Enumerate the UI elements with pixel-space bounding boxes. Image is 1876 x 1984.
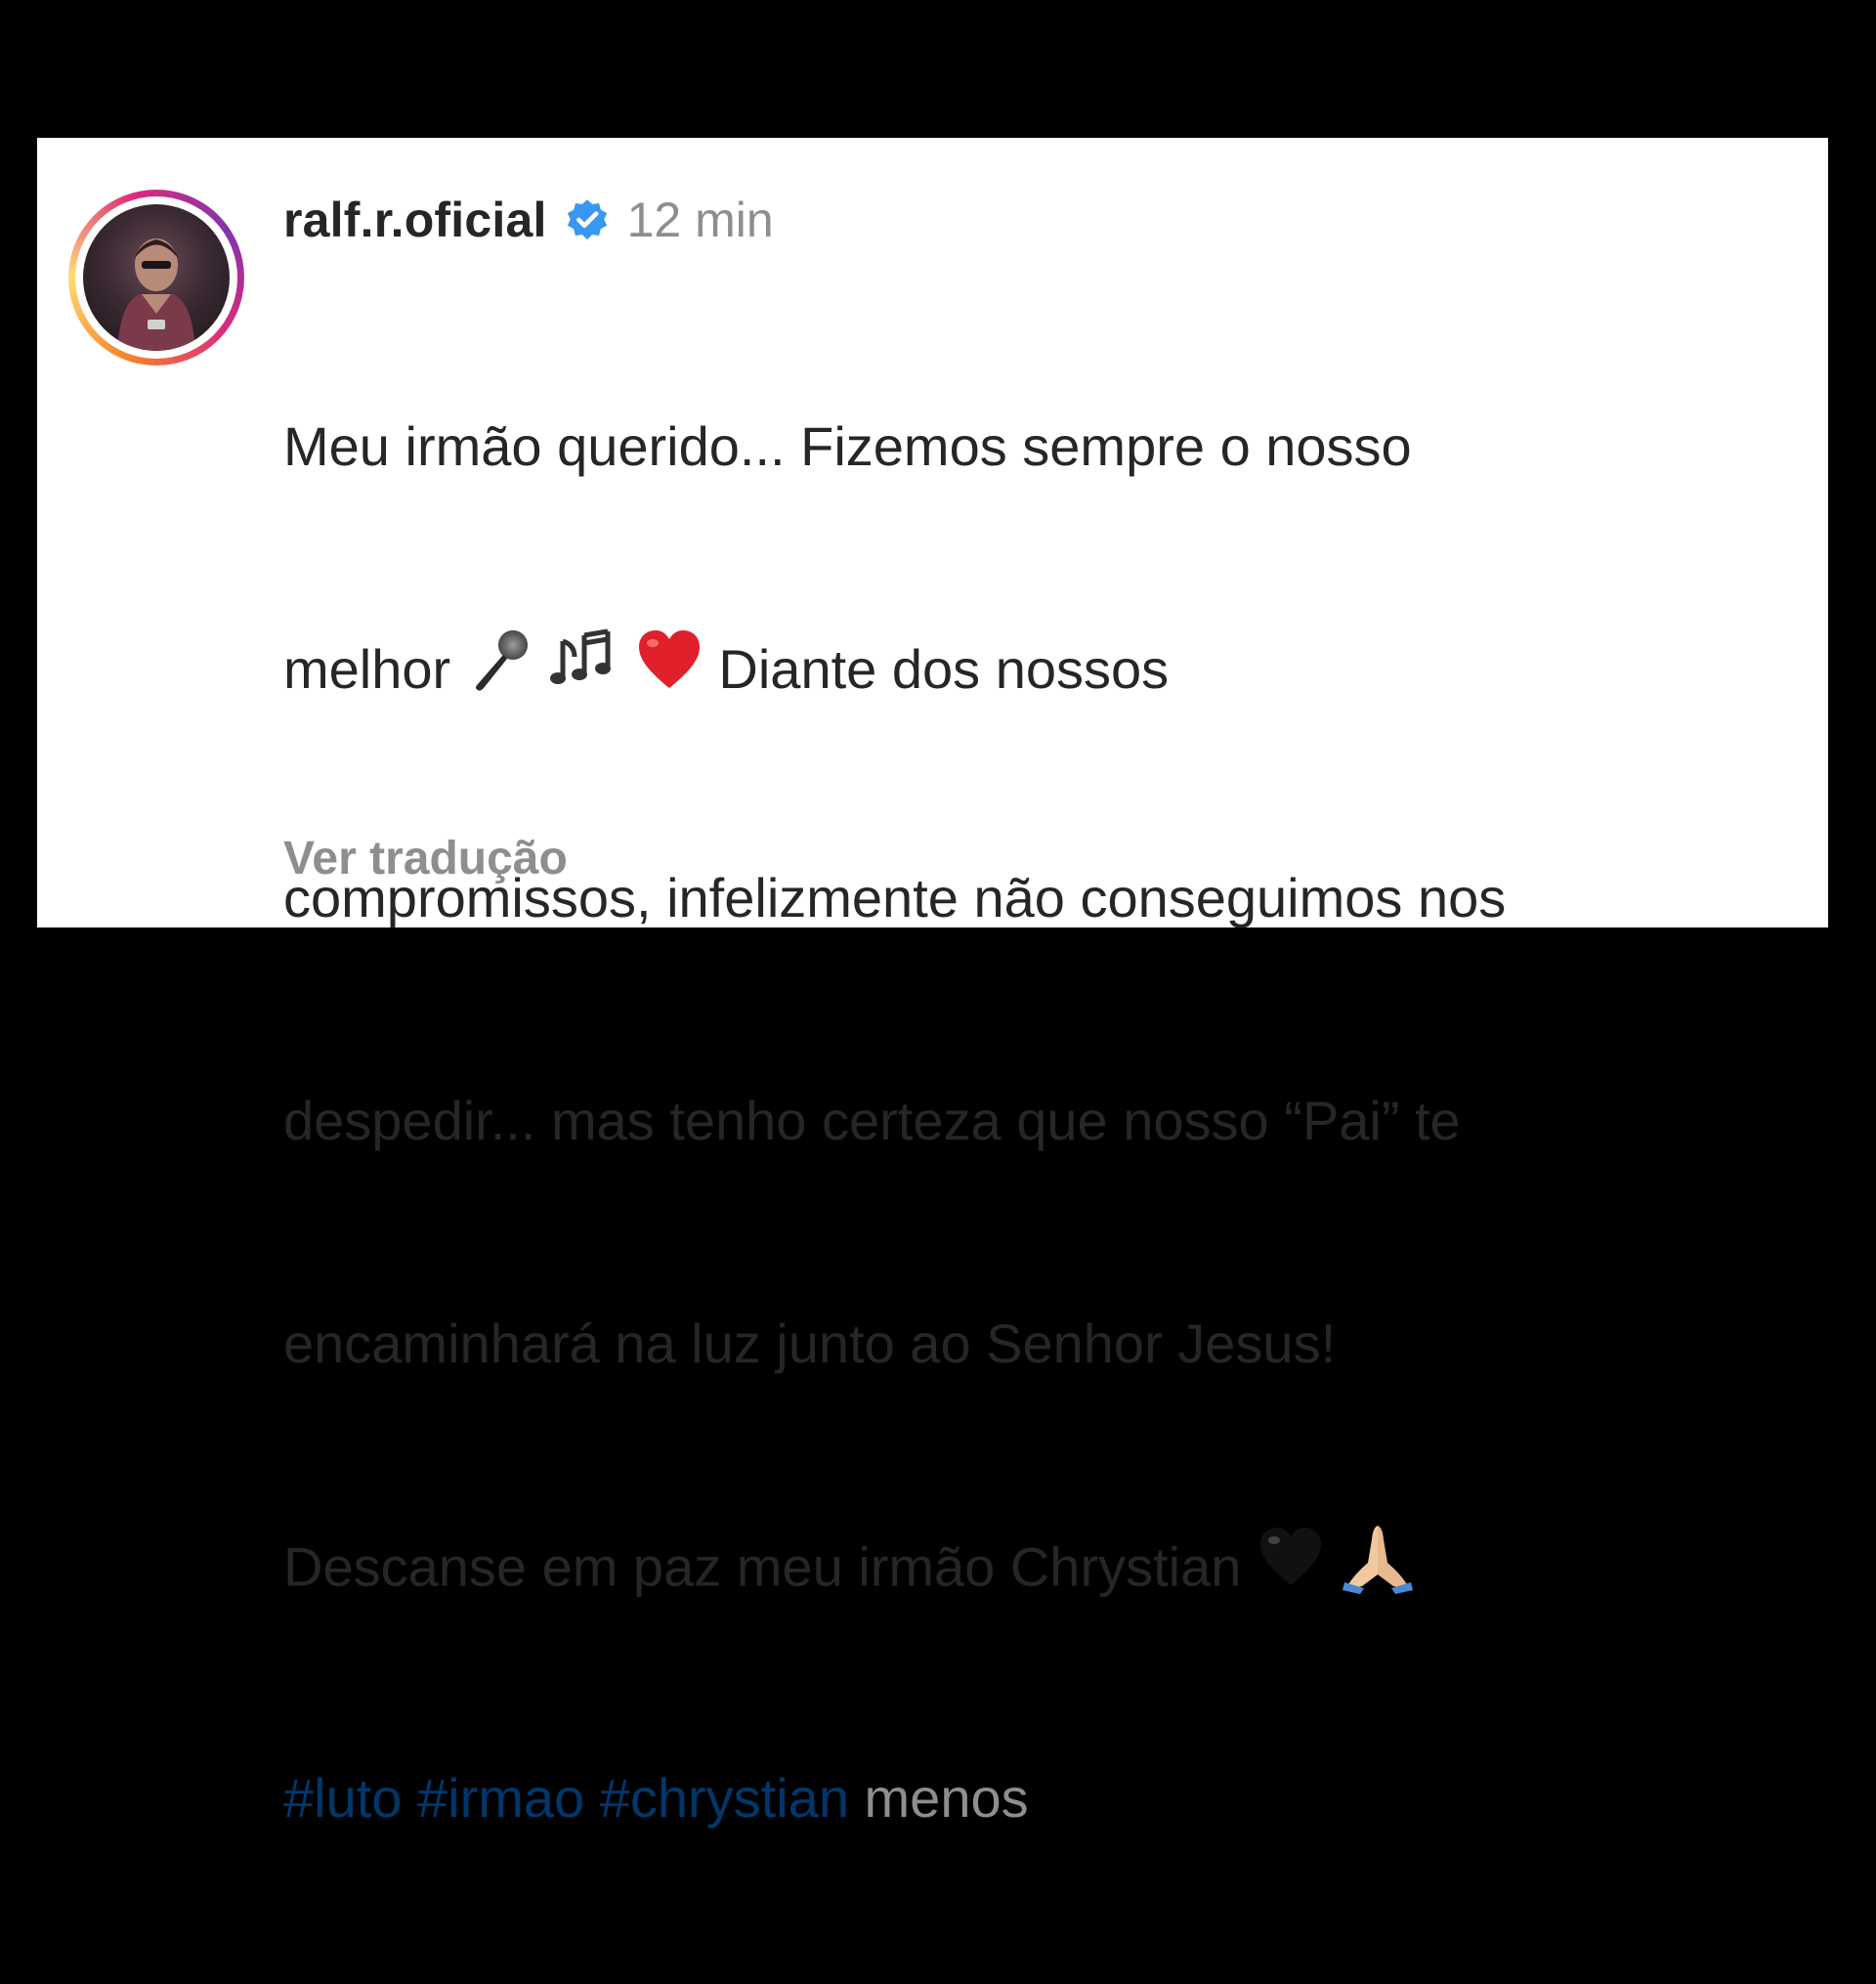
less-link[interactable]: menos — [865, 1767, 1029, 1829]
story-ring[interactable] — [68, 190, 244, 366]
hashtag-link[interactable]: #chrystian — [600, 1767, 849, 1829]
hashtag-link[interactable]: #irmao — [417, 1767, 584, 1829]
comment-card: ralf.r.oficial 12 min Meu irmão querido.… — [37, 138, 1828, 1829]
caption-text: Meu irmão querido... Fizemos sempre o no… — [283, 261, 1808, 1984]
avatar-photo — [117, 238, 195, 351]
red-heart-emoji — [635, 625, 704, 712]
caption-line: melhor — [283, 638, 451, 700]
comment-content: ralf.r.oficial 12 min Meu irmão querido.… — [283, 189, 1808, 1984]
see-translation-link[interactable]: Ver tradução — [283, 832, 568, 885]
music-notes-emoji — [549, 625, 619, 712]
microphone-emoji — [466, 625, 534, 712]
comment-header: ralf.r.oficial 12 min — [283, 189, 1808, 251]
verified-badge-icon — [565, 197, 610, 242]
caption-line: Descanse em paz meu irmão Chrystian — [283, 1535, 1242, 1597]
username-link[interactable]: ralf.r.oficial — [283, 192, 547, 248]
avatar[interactable] — [83, 204, 230, 351]
caption-line: encaminhará na luz junto ao Senhor Jesus… — [283, 1312, 1337, 1374]
hashtag-link[interactable]: #luto — [283, 1767, 402, 1829]
praying-hands-emoji — [1341, 1520, 1415, 1613]
caption-line: despedir... mas tenho certeza que nosso … — [283, 1089, 1461, 1151]
timestamp: 12 min — [626, 193, 774, 247]
black-heart-emoji — [1257, 1523, 1325, 1610]
caption-line: Meu irmão querido... Fizemos sempre o no… — [283, 415, 1412, 477]
caption-line: Diante dos nossos — [718, 638, 1170, 700]
